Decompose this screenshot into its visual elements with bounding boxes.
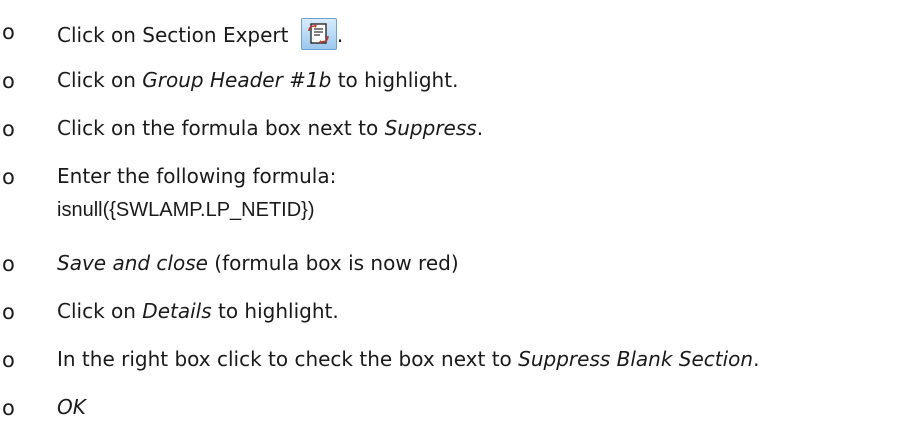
bullet-marker: o [2,252,15,276]
list-item: o Save and close (formula box is now red) [0,244,901,284]
step-text-segment: Enter the following formula: [57,164,337,188]
list-item: o OK [0,388,901,428]
emphasized-text: Suppress [384,116,477,140]
step-text: Enter the following formula: [57,163,336,189]
bullet-marker: o [2,20,15,44]
step-text-segment: . [753,347,760,371]
emphasized-text: Group Header #1b [142,68,332,92]
section-expert-icon [300,18,337,50]
list-item: o Click on Details to highlight. [0,292,901,332]
step-text-segment: . [476,116,484,140]
step-text: Click on Group Header #1b to highlight. [57,67,458,93]
list-item: o Enter the following formula: [0,157,901,197]
emphasized-text: Suppress Blank Section [518,347,754,371]
step-text: Click on Details to highlight. [57,298,339,324]
bullet-marker: o [2,117,15,141]
step-text: Click on the formula box next to Suppres… [57,115,483,141]
bullet-marker: o [2,69,15,93]
emphasized-text: Save and close [57,251,208,275]
step-text-segment: to highlight. [211,299,339,323]
list-item: o Click on the formula box next to Suppre… [0,109,901,149]
emphasized-text: Details [142,299,212,323]
list-item: o Click on Group Header #1b to highlight. [0,61,901,101]
step-text: Save and close (formula box is now red) [57,250,459,276]
step-text-segment: Click on Section Expert [57,23,295,47]
step-text: OK [57,394,86,420]
formula-text: isnull({SWLAMP.LP_NETID}) [57,199,315,221]
step-text: Click on Section Expert . [57,18,343,50]
step-text-segment: . [336,23,344,47]
list-item: o In the right box click to check the box… [0,340,901,380]
step-text-segment: to highlight. [331,68,459,92]
step-text: In the right box click to check the box … [57,346,759,372]
bullet-marker: o [2,348,15,372]
step-text-segment: (formula box is now red) [207,251,459,275]
list-item: o Click on Section Expert . [0,12,901,52]
step-text-segment: Click on [57,299,143,323]
emphasized-text: OK [57,395,86,419]
step-text-segment: Click on the formula box next to [57,116,385,140]
bullet-marker: o [2,396,15,420]
step-text-segment: Click on [57,68,143,92]
bullet-marker: o [2,165,15,189]
step-text-segment: In the right box click to check the box … [57,347,519,371]
bullet-marker: o [2,300,15,324]
